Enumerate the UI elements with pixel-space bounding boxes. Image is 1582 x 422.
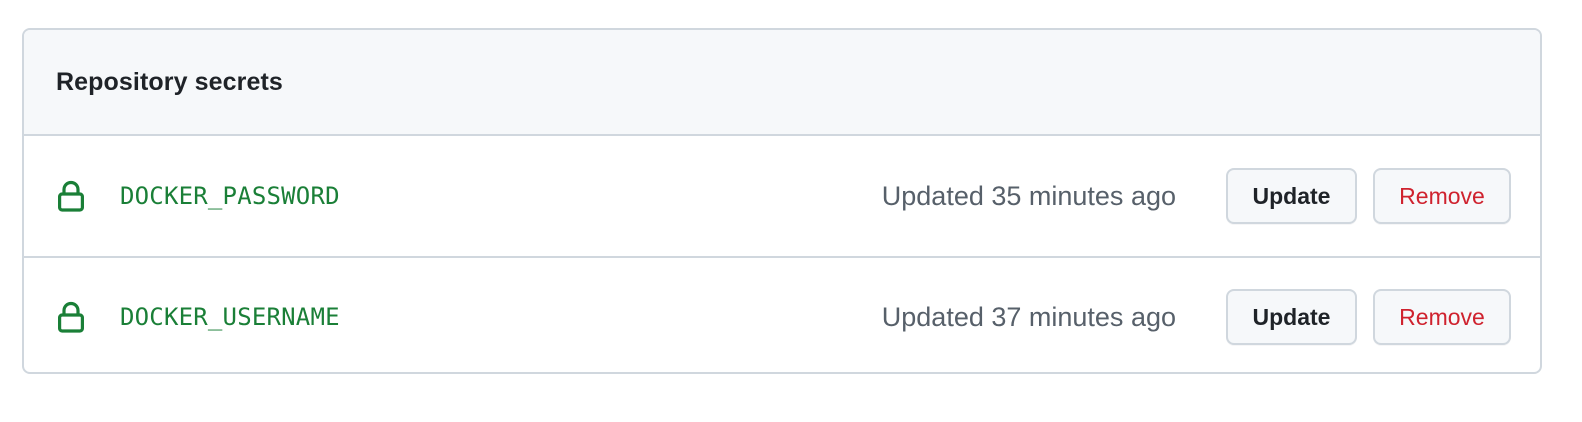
updated-timestamp: Updated 37 minutes ago	[881, 301, 1176, 332]
updated-timestamp: Updated 35 minutes ago	[881, 180, 1176, 211]
repository-secrets-header: Repository secrets	[24, 30, 1540, 136]
update-button[interactable]: Update	[1226, 168, 1357, 224]
secret-name: DOCKER_PASSWORD	[120, 182, 340, 210]
secret-row: DOCKER_USERNAME Updated 37 minutes ago U…	[24, 256, 1540, 372]
lock-icon	[57, 301, 85, 333]
secret-row: DOCKER_PASSWORD Updated 35 minutes ago U…	[24, 136, 1540, 256]
remove-button[interactable]: Remove	[1373, 168, 1511, 224]
remove-button[interactable]: Remove	[1373, 289, 1511, 345]
secret-name: DOCKER_USERNAME	[120, 303, 340, 331]
lock-icon	[57, 180, 85, 212]
update-button[interactable]: Update	[1226, 289, 1357, 345]
repository-secrets-box: Repository secrets DOCKER_PASSWORD Updat…	[22, 28, 1542, 374]
section-title: Repository secrets	[56, 67, 283, 96]
